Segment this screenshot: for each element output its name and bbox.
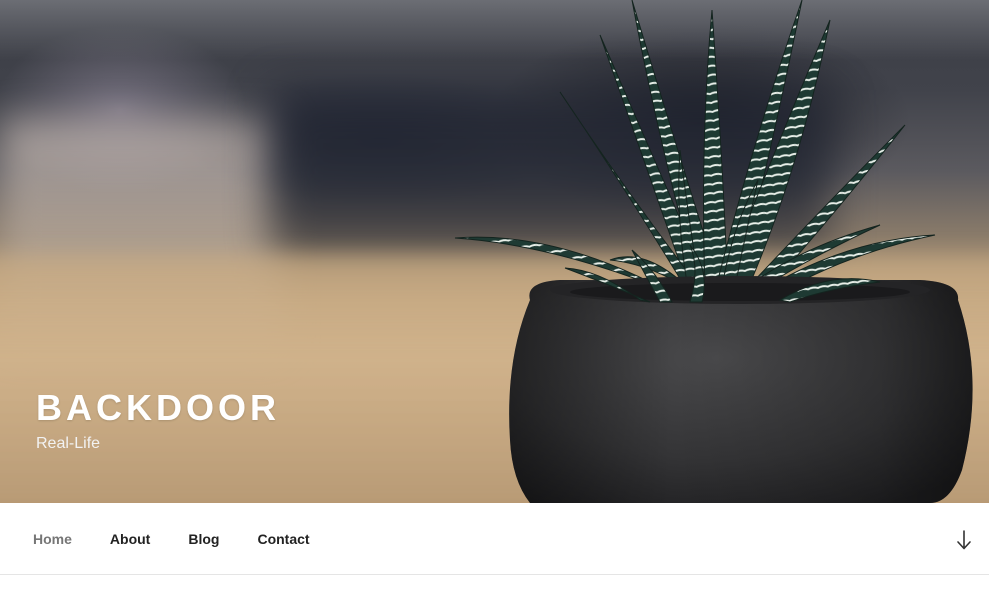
site-title[interactable]: BACKDOOR	[36, 388, 280, 428]
nav-item-contact[interactable]: Contact	[257, 531, 309, 547]
main-navigation: Home About Blog Contact	[0, 503, 989, 575]
pot	[509, 276, 973, 503]
header-hero: BACKDOOR Real-Life	[0, 0, 989, 503]
site-branding: BACKDOOR Real-Life	[36, 388, 280, 454]
site-description: Real-Life	[36, 435, 101, 452]
nav-item-about[interactable]: About	[110, 531, 150, 547]
content-area	[0, 575, 989, 600]
nav-item-blog[interactable]: Blog	[188, 531, 219, 547]
nav-menu: Home About Blog Contact	[33, 503, 310, 574]
nav-item-home[interactable]: Home	[33, 531, 72, 547]
arrow-down-icon[interactable]	[955, 529, 973, 551]
